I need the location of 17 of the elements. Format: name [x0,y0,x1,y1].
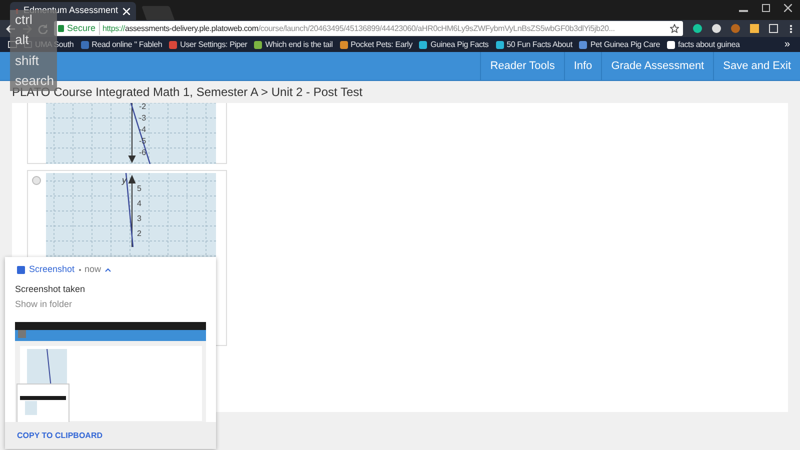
secure-label: Secure [67,22,100,36]
axis-label: y [122,175,126,185]
notification-title: Screenshot taken [14,282,86,296]
key-label: shift [15,54,39,68]
axis-tick-label: 3 [137,214,142,223]
axis-tick-label: -6 [139,148,146,157]
key-label: search [15,74,54,88]
url-text: https://assessments-delivery.ple.platoweb.com/course/launch/20463495/45136899/44423060/aHR0cHM6Ly9sZWFybmVyLnBsZS5wbGF0b3dlYi5jb20... [102,22,615,34]
axis-tick-label: 5 [137,184,142,193]
axis-tick-label: 4 [137,199,142,208]
axis-tick-label: 2 [137,229,142,238]
axis-tick-label: -4 [139,125,146,134]
key-label: alt [15,33,29,48]
timestamp: now [84,263,102,276]
app-name: Screenshot [29,263,75,276]
axis-tick-label: -2 [139,103,146,111]
axis-tick-label: -3 [139,114,146,122]
